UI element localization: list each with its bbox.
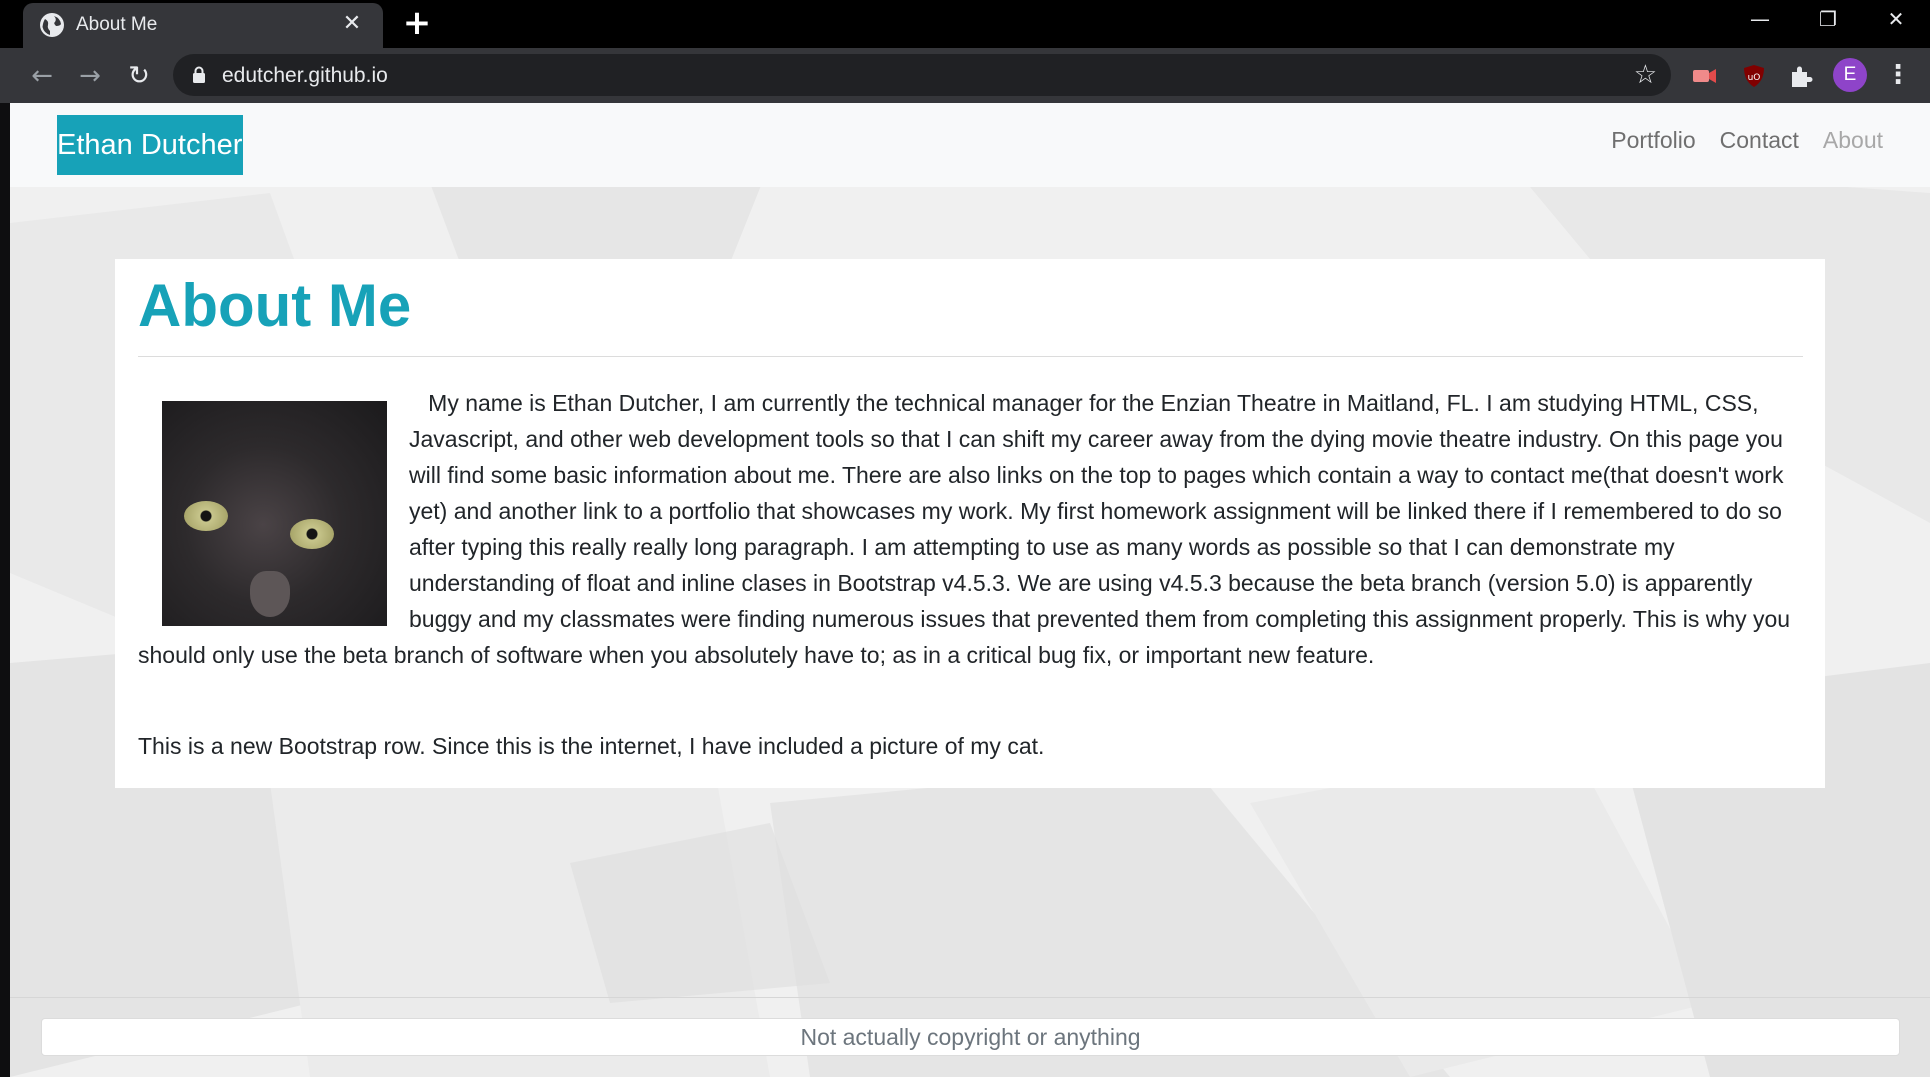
browser-tab[interactable]: About Me ✕ <box>23 3 383 48</box>
forward-button[interactable]: → <box>72 58 108 94</box>
url-text[interactable]: edutcher.github.io <box>222 64 388 88</box>
nav-links: Portfolio Contact About <box>1611 127 1883 154</box>
reload-button[interactable]: ↻ <box>121 58 157 94</box>
cat-eye-right <box>290 519 334 549</box>
nav-link-contact[interactable]: Contact <box>1720 127 1799 154</box>
close-window-button[interactable]: ✕ <box>1862 0 1930 40</box>
extensions-puzzle-icon[interactable] <box>1786 61 1816 91</box>
close-tab-icon[interactable]: ✕ <box>339 11 365 37</box>
svg-text:uO: uO <box>1748 73 1761 83</box>
new-tab-button[interactable]: + <box>400 6 434 40</box>
globe-icon <box>40 13 64 37</box>
restore-button[interactable]: ❐ <box>1794 0 1862 40</box>
address-bar[interactable]: edutcher.github.io ☆ <box>173 54 1671 96</box>
minimize-button[interactable]: — <box>1726 0 1794 40</box>
second-paragraph: This is a new Bootstrap row. Since this … <box>138 733 1045 759</box>
about-paragraph-container: My name is Ethan Dutcher, I am currently… <box>138 385 1803 673</box>
profile-avatar[interactable]: E <box>1833 58 1867 92</box>
bookmark-star-icon[interactable]: ☆ <box>1634 60 1657 90</box>
site-navbar: Ethan Dutcher Portfolio Contact About <box>10 103 1930 187</box>
page-viewport: Ethan Dutcher Portfolio Contact About Ab… <box>10 103 1930 1077</box>
back-button[interactable]: ← <box>24 58 60 94</box>
divider <box>138 356 1803 357</box>
tab-strip: About Me ✕ + — ❐ ✕ <box>0 0 1930 48</box>
cat-muzzle <box>250 571 290 617</box>
browser-menu-icon[interactable]: ⋮ <box>1883 58 1913 92</box>
page-title: About Me <box>138 272 412 339</box>
footer-text: Not actually copyright or anything <box>41 1018 1900 1056</box>
footer-divider <box>10 997 1930 998</box>
browser-toolbar: ← → ↻ edutcher.github.io ☆ uO E ⋮ <box>0 48 1930 103</box>
cat-eye-left <box>184 501 228 531</box>
nav-link-about[interactable]: About <box>1823 127 1883 154</box>
about-card: About Me My name is Ethan Dutcher, I am … <box>115 259 1825 788</box>
lock-icon <box>193 66 205 83</box>
nav-link-portfolio[interactable]: Portfolio <box>1611 127 1695 154</box>
video-extension-icon[interactable] <box>1689 61 1719 91</box>
cat-photo <box>162 401 387 626</box>
ublock-shield-icon[interactable]: uO <box>1739 61 1769 91</box>
brand-link[interactable]: Ethan Dutcher <box>57 115 243 175</box>
tab-title: About Me <box>76 14 158 35</box>
